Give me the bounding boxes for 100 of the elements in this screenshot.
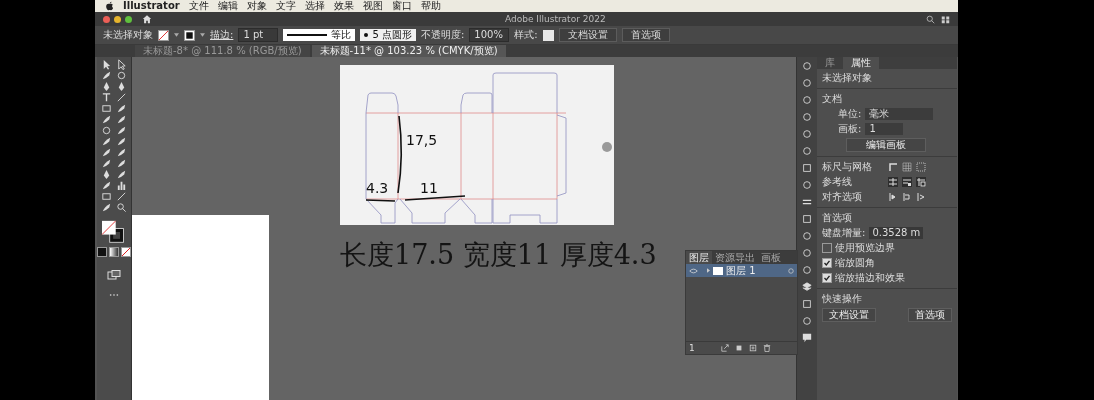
align-icon[interactable] — [888, 192, 898, 202]
rulers-grids-label: 标尺与网格 — [822, 161, 873, 173]
menu-item[interactable]: 效果 — [333, 0, 354, 12]
close-button[interactable] — [103, 15, 110, 23]
checkbox-label: 缩放描边和效果 — [835, 272, 905, 284]
stroke-weight-field[interactable]: 1 pt — [238, 28, 279, 42]
panel-tab[interactable]: 画板 — [758, 251, 784, 264]
document-tab[interactable]: 未标题-11* @ 103.23 % (CMYK/预览) — [311, 45, 506, 57]
speech-icon[interactable] — [802, 333, 812, 343]
layer-count: 1 — [689, 343, 695, 353]
bar-chart-icon[interactable] — [116, 180, 127, 191]
knife-icon[interactable] — [116, 191, 127, 202]
artboard-icon[interactable] — [101, 191, 112, 202]
home-icon[interactable] — [142, 14, 152, 24]
ruler-icon[interactable] — [888, 162, 898, 172]
handwritten-note: 11 — [420, 180, 438, 196]
none-icon[interactable] — [121, 247, 131, 257]
checkbox-label: 使用预览边界 — [835, 242, 895, 254]
menu-item[interactable]: 帮助 — [420, 0, 441, 12]
toolbar-button[interactable]: 首选项 — [621, 28, 670, 42]
layer-row[interactable]: 图层 1 — [686, 264, 797, 277]
apple-logo-icon[interactable] — [105, 1, 114, 11]
rectangle-icon[interactable] — [101, 103, 112, 114]
align-options-label: 对齐选项 — [822, 191, 863, 203]
pen-icon[interactable] — [101, 81, 112, 92]
eye-icon[interactable] — [689, 267, 698, 274]
magnifier-icon[interactable] — [116, 202, 127, 213]
caret-icon[interactable] — [174, 33, 179, 37]
checkbox[interactable] — [822, 273, 832, 283]
menu-item[interactable]: 选择 — [304, 0, 325, 12]
guides-icon[interactable] — [888, 177, 898, 187]
trash-icon[interactable] — [762, 344, 771, 352]
quick-action-button[interactable]: 文档设置 — [822, 308, 876, 322]
menu-item[interactable]: 对象 — [246, 0, 267, 12]
more-icon[interactable] — [109, 293, 119, 297]
caption-text: 长度17.5 宽度11 厚度4.3 — [340, 238, 657, 272]
selection-status: 未选择对象 — [822, 72, 873, 84]
key-increment-field[interactable]: 0.3528 m — [869, 227, 924, 239]
layers-icon[interactable] — [802, 282, 812, 292]
opacity-label[interactable]: 不透明度: — [420, 28, 465, 42]
stroke-swatch-icon[interactable] — [184, 29, 195, 41]
guides-hide-icon[interactable] — [916, 177, 926, 187]
fill-stroke-icon[interactable] — [101, 220, 127, 244]
layer-thumbnail — [713, 266, 723, 275]
handwritten-note: 17,5 — [406, 132, 438, 148]
layer-name[interactable]: 图层 1 — [726, 263, 785, 278]
section-heading: 首选项 — [822, 212, 853, 224]
maximize-button[interactable] — [125, 15, 132, 23]
menu-item[interactable]: 文字 — [275, 0, 296, 12]
unit-dropdown[interactable]: 毫米 — [865, 108, 934, 120]
lines-icon[interactable] — [802, 197, 812, 207]
search-icon[interactable] — [926, 14, 935, 24]
panel-tab[interactable]: 图层 — [686, 251, 712, 264]
menu-item[interactable]: 编辑 — [217, 0, 238, 12]
section-heading: 快速操作 — [822, 293, 863, 305]
quick-action-button[interactable]: 首选项 — [908, 308, 952, 322]
hollow-arrow-icon[interactable] — [116, 59, 127, 70]
expand-caret-icon[interactable] — [707, 268, 710, 273]
line-icon[interactable] — [116, 92, 127, 103]
arrow-icon[interactable] — [101, 59, 112, 70]
artboard-handle[interactable] — [602, 142, 612, 152]
screen-mode-icon[interactable] — [107, 270, 121, 280]
menu-item[interactable]: 窗口 — [391, 0, 412, 12]
artboard-dropdown[interactable]: 1 — [865, 123, 904, 135]
panel-tab[interactable]: 库 — [817, 57, 843, 69]
key-increment-label: 键盘增量: — [822, 227, 866, 239]
align-icon[interactable] — [902, 192, 912, 202]
menu-item[interactable]: Illustrator — [123, 0, 180, 12]
align-icon[interactable] — [916, 192, 926, 202]
new-layer-icon[interactable] — [748, 344, 757, 352]
checkbox-label: 缩放圆角 — [835, 257, 875, 269]
edit-artboards-button[interactable]: 编辑画板 — [846, 138, 926, 152]
checkbox[interactable] — [822, 258, 832, 268]
guides-lock-icon[interactable] — [902, 177, 912, 187]
handwritten-note: 4.3 — [366, 180, 389, 196]
section-heading: 文档 — [822, 93, 843, 105]
artboard-label: 画板: — [838, 123, 862, 135]
panel-tab[interactable]: 属性 — [843, 57, 879, 69]
brush-dropdown[interactable]: 5 点圆形 — [360, 29, 416, 41]
style-label: 样式: — [514, 28, 538, 42]
style-swatch[interactable] — [542, 29, 554, 41]
minimize-button[interactable] — [114, 15, 121, 23]
opacity-field[interactable]: 100% — [469, 28, 510, 42]
color-icon[interactable] — [97, 247, 107, 257]
selection-label: 未选择对象 — [103, 28, 153, 42]
menu-item[interactable]: 视图 — [362, 0, 383, 12]
fill-swatch-icon[interactable] — [158, 29, 169, 41]
menu-item[interactable]: 文件 — [188, 0, 209, 12]
stroke-profile-dropdown[interactable]: 等比 — [283, 29, 356, 41]
checkbox[interactable] — [822, 243, 832, 253]
dotted-grid-icon[interactable] — [916, 162, 926, 172]
caret-icon[interactable] — [200, 33, 205, 37]
square-icon[interactable] — [802, 163, 812, 173]
panel-tab[interactable]: 资源导出 — [712, 251, 758, 264]
window-title: Adobe Illustrator 2022 — [505, 13, 606, 25]
stroke-label[interactable]: 描边: — [210, 28, 234, 42]
toolbar-button[interactable]: 文档设置 — [558, 28, 617, 42]
unit-label: 单位: — [838, 108, 862, 120]
document-tab[interactable]: 未标题-8* @ 111.8 % (RGB/预览) — [135, 45, 310, 57]
guides-label: 参考线 — [822, 176, 853, 188]
